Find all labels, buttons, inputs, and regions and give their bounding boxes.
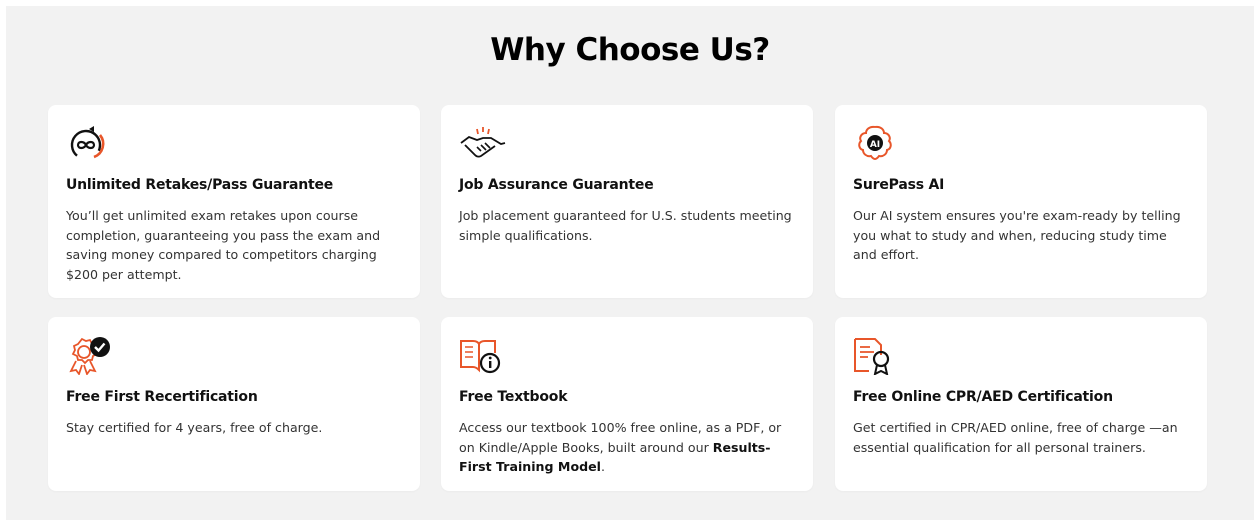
card-title: Free Online CPR/AED Certification [853, 389, 1113, 405]
card-title: Job Assurance Guarantee [459, 177, 654, 193]
card-description: Job placement guaranteed for U.S. studen… [459, 208, 792, 243]
card-title: Free First Recertification [66, 389, 258, 405]
certified-badge-icon [64, 335, 116, 375]
card-title: SurePass AI [853, 177, 945, 193]
card-description: Access our textbook 100% free online, as… [459, 418, 799, 477]
card-description: Get certified in CPR/AED online, free of… [853, 420, 1178, 455]
feature-card-free-textbook: Free Textbook Access our textbook 100% f… [441, 317, 813, 491]
card-description: You’ll get unlimited exam retakes upon c… [66, 208, 381, 282]
certificate-award-icon [851, 335, 903, 375]
ai-brain-icon: AI [851, 123, 903, 163]
section-title: Why Choose Us? [490, 32, 770, 68]
infinity-retake-icon [64, 123, 116, 163]
feature-card-job-assurance: Job Assurance Guarantee Job placement gu… [441, 105, 813, 298]
feature-card-unlimited-retakes: Unlimited Retakes/Pass Guarantee You’ll … [48, 105, 420, 298]
handshake-icon [457, 123, 509, 163]
card-title: Unlimited Retakes/Pass Guarantee [66, 177, 334, 193]
feature-card-surepass-ai: AI SurePass AI Our AI system ensures you… [835, 105, 1207, 298]
feature-card-cpr-aed: Free Online CPR/AED Certification Get ce… [835, 317, 1207, 491]
card-description-end: . [600, 459, 605, 474]
card-description: Stay certified for 4 years, free of char… [66, 420, 323, 435]
svg-text:AI: AI [870, 140, 880, 150]
card-title: Free Textbook [459, 389, 568, 405]
card-description: Our AI system ensures you're exam-ready … [853, 208, 1181, 262]
feature-card-free-recertification: Free First Recertification Stay certifie… [48, 317, 420, 491]
book-info-icon [457, 335, 509, 375]
why-choose-us-section: Why Choose Us? Unlimited Retakes/Pass Gu… [6, 6, 1254, 520]
